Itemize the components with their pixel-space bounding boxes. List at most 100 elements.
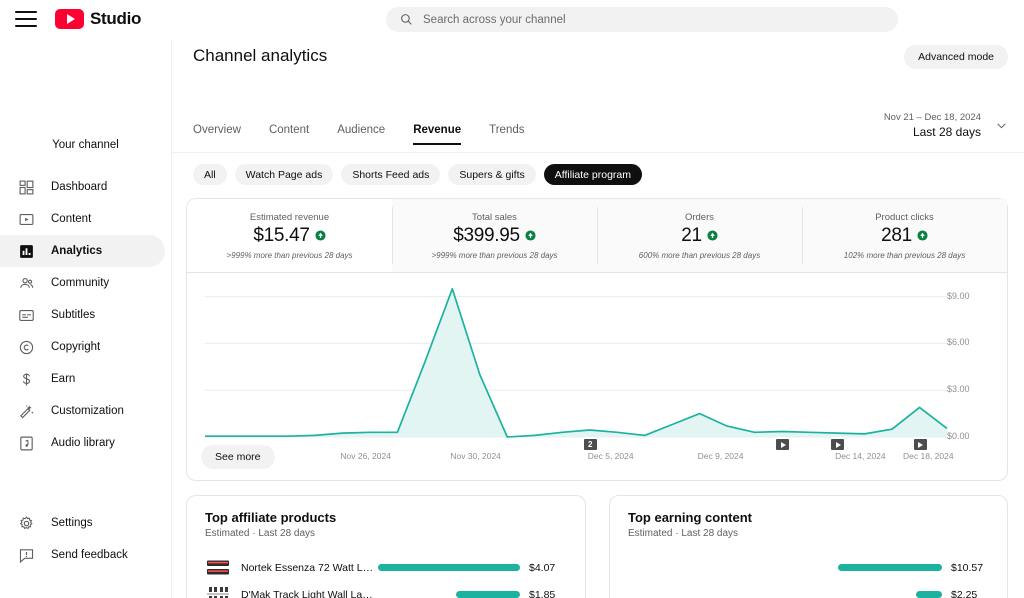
search-input[interactable]: Search across your channel bbox=[386, 7, 898, 32]
top-bar: Studio Search across your channel bbox=[0, 0, 1024, 39]
date-range-value: Nov 21 – Dec 18, 2024 bbox=[883, 112, 981, 123]
x-axis-label: Dec 9, 2024 bbox=[697, 451, 744, 461]
list-item[interactable]: $10.57 bbox=[610, 554, 1007, 581]
trend-up-icon bbox=[525, 230, 536, 241]
subtitles-icon bbox=[19, 309, 34, 321]
list-item[interactable]: Nortek Essenza 72 Watt Led Tube Light Co… bbox=[187, 554, 585, 581]
marker-count: 2 bbox=[588, 439, 593, 449]
main-content: Channel analytics Advanced mode Nov 21 –… bbox=[172, 39, 1024, 598]
chart-y-axis: $0.00 $3.00 $6.00 $9.00 bbox=[947, 273, 1009, 445]
metric-title: Total sales bbox=[472, 211, 517, 223]
product-value: $1.85 bbox=[529, 588, 556, 598]
sidebar-item-label: Earn bbox=[51, 373, 76, 385]
metric-title: Estimated revenue bbox=[249, 211, 330, 223]
sidebar-item-label: Customization bbox=[51, 405, 124, 417]
content-icon bbox=[19, 213, 34, 225]
chip-affiliate-program[interactable]: Affiliate program bbox=[543, 164, 643, 185]
sidebar-item-label: Settings bbox=[51, 517, 93, 529]
metric-card-estimated-revenue[interactable]: Estimated revenue $15.47 >999% more than… bbox=[187, 199, 392, 272]
sidebar-item-settings[interactable]: Settings bbox=[0, 507, 165, 539]
metric-card-product-clicks[interactable]: Product clicks 281 102% more than previo… bbox=[802, 199, 1007, 272]
channel-label: Your channel bbox=[52, 139, 119, 151]
analytics-icon bbox=[20, 244, 33, 258]
feedback-icon bbox=[19, 548, 34, 563]
list-item[interactable]: $2.25 bbox=[610, 581, 1007, 598]
panel-subtitle: Estimated · Last 28 days bbox=[628, 528, 739, 539]
page-title: Channel analytics bbox=[193, 46, 328, 65]
metric-card-orders[interactable]: Orders 21 600% more than previous 28 day… bbox=[597, 199, 802, 272]
sidebar-item-customization[interactable]: Customization bbox=[0, 395, 165, 427]
content-bar bbox=[916, 591, 942, 598]
panel-title: Top affiliate products bbox=[205, 510, 337, 525]
content-bar bbox=[838, 564, 942, 571]
studio-logo[interactable]: Studio bbox=[55, 9, 141, 29]
sidebar-item-label: Audio library bbox=[51, 437, 115, 449]
tab-content[interactable]: Content bbox=[255, 124, 323, 145]
trend-up-icon bbox=[315, 230, 326, 241]
panel-title: Top earning content bbox=[628, 510, 752, 525]
gear-icon bbox=[19, 515, 33, 529]
sidebar-item-subtitles[interactable]: Subtitles bbox=[0, 299, 165, 331]
chevron-down-icon bbox=[997, 123, 1006, 129]
metric-delta: >999% more than previous 28 days bbox=[226, 250, 353, 260]
sidebar-item-content[interactable]: Content bbox=[0, 203, 165, 235]
chart-marker-video[interactable] bbox=[774, 437, 792, 452]
date-range-selector[interactable]: Nov 21 – Dec 18, 2024 Last 28 days bbox=[884, 111, 1008, 140]
hamburger-icon[interactable] bbox=[15, 11, 37, 27]
tab-audience[interactable]: Audience bbox=[323, 124, 399, 145]
revenue-time-series-chart[interactable]: $0.00$3.00$6.00$9.00 Nov 21, 2024Nov 26,… bbox=[187, 273, 1009, 480]
chart-x-axis: Nov 21, 2024Nov 26, 2024Nov 30, 2024Dec … bbox=[187, 451, 1009, 467]
x-axis-label: Dec 5, 2024 bbox=[587, 451, 634, 461]
tab-revenue[interactable]: Revenue bbox=[399, 124, 475, 145]
chart-marker-video[interactable] bbox=[911, 437, 929, 452]
search-icon bbox=[401, 14, 412, 25]
product-name: D'Mak Track Light Wall Lamp With Bulb bbox=[241, 588, 378, 598]
product-bar bbox=[378, 564, 520, 571]
x-axis-label: Nov 30, 2024 bbox=[450, 451, 501, 461]
list-item[interactable]: D'Mak Track Light Wall Lamp With Bulb $1… bbox=[187, 581, 585, 598]
chip-all[interactable]: All bbox=[193, 164, 227, 185]
chip-supers-and-gifts[interactable]: Supers & gifts bbox=[448, 164, 536, 185]
sidebar: Your channel Dashboard Content Analytics bbox=[0, 39, 172, 598]
metric-card-total-sales[interactable]: Total sales $399.95 >999% more than prev… bbox=[392, 199, 597, 272]
sidebar-item-copyright[interactable]: Copyright bbox=[0, 331, 165, 363]
see-more-button[interactable]: See more bbox=[201, 445, 275, 469]
content-value: $2.25 bbox=[951, 588, 978, 598]
advanced-mode-button[interactable]: Advanced mode bbox=[904, 45, 1008, 69]
sidebar-item-audio-library[interactable]: Audio library bbox=[0, 427, 165, 459]
youtube-logo-icon bbox=[55, 9, 84, 29]
metric-title: Orders bbox=[684, 211, 715, 223]
metric-cards: Estimated revenue $15.47 >999% more than… bbox=[187, 199, 1007, 273]
chart-marker-video[interactable] bbox=[829, 437, 847, 452]
x-axis-label: Dec 14, 2024 bbox=[835, 451, 886, 461]
chart-marker-group[interactable]: 2 bbox=[581, 437, 599, 452]
chip-shorts-feed-ads[interactable]: Shorts Feed ads bbox=[341, 164, 441, 185]
product-bar bbox=[456, 591, 520, 598]
metric-title: Product clicks bbox=[875, 211, 934, 223]
led-tube-light-thumbnail bbox=[205, 558, 231, 577]
earn-icon bbox=[22, 372, 31, 386]
copyright-icon bbox=[19, 340, 34, 354]
top-affiliate-products-panel: Top affiliate products Estimated · Last … bbox=[186, 495, 586, 598]
sidebar-item-send-feedback[interactable]: Send feedback bbox=[0, 539, 165, 571]
tab-overview[interactable]: Overview bbox=[193, 124, 255, 145]
trend-up-icon bbox=[707, 230, 718, 241]
community-icon bbox=[20, 277, 34, 288]
x-axis-label: Nov 26, 2024 bbox=[340, 451, 391, 461]
tab-trends[interactable]: Trends bbox=[475, 124, 538, 145]
chip-watch-page-ads[interactable]: Watch Page ads bbox=[234, 164, 334, 185]
audio-library-icon bbox=[20, 436, 33, 450]
sidebar-item-analytics[interactable]: Analytics bbox=[0, 235, 165, 267]
track-light-thumbnail bbox=[205, 585, 231, 598]
sidebar-item-earn[interactable]: Earn bbox=[0, 363, 165, 395]
y-axis-label: $9.00 bbox=[947, 290, 970, 301]
play-icon bbox=[835, 441, 841, 448]
content-value: $10.57 bbox=[951, 561, 984, 574]
metric-value: 21 bbox=[681, 224, 702, 246]
sidebar-item-dashboard[interactable]: Dashboard bbox=[0, 171, 165, 203]
x-axis-label: Dec 18, 2024 bbox=[903, 451, 954, 461]
sidebar-item-community[interactable]: Community bbox=[0, 267, 165, 299]
revenue-chart-card: Estimated revenue $15.47 >999% more than… bbox=[186, 198, 1008, 481]
sidebar-item-label: Copyright bbox=[51, 341, 101, 353]
play-icon bbox=[918, 441, 924, 448]
